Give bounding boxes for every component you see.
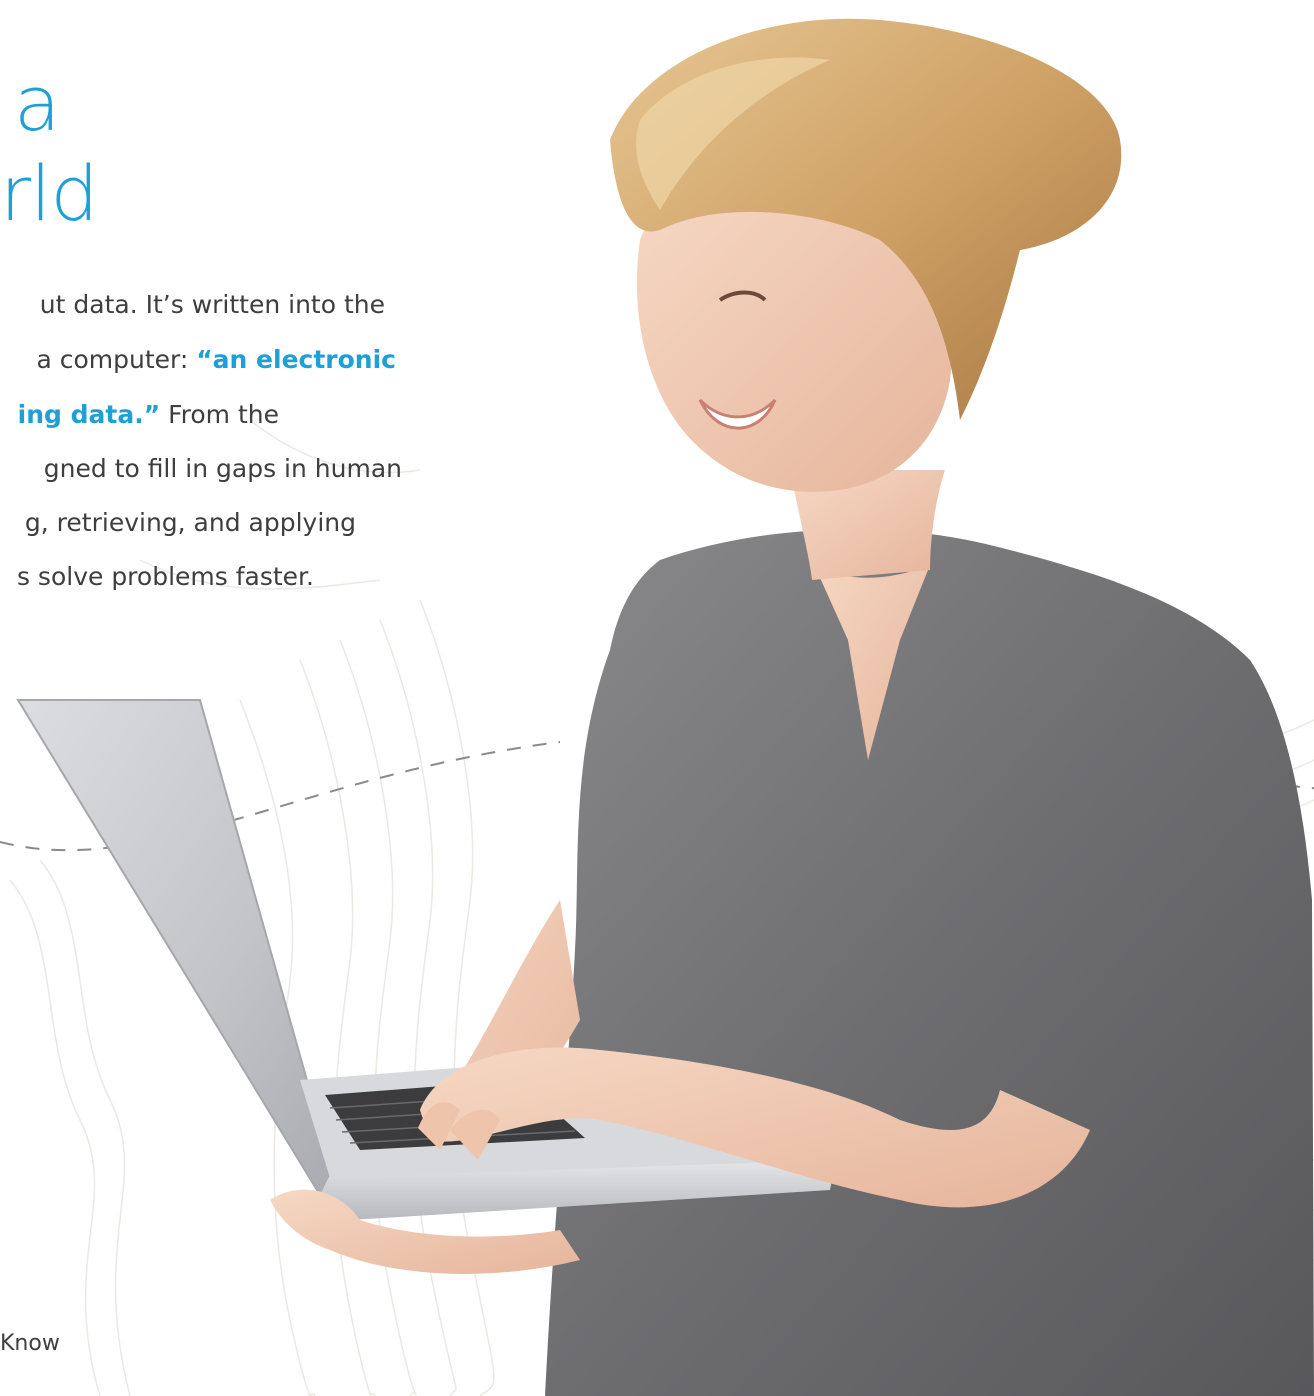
- footer-text: Know: [0, 1331, 60, 1356]
- page: a rld ut data. It’s written into the a c…: [0, 0, 1314, 1396]
- woman-with-laptop-photo: [16, 18, 1314, 1396]
